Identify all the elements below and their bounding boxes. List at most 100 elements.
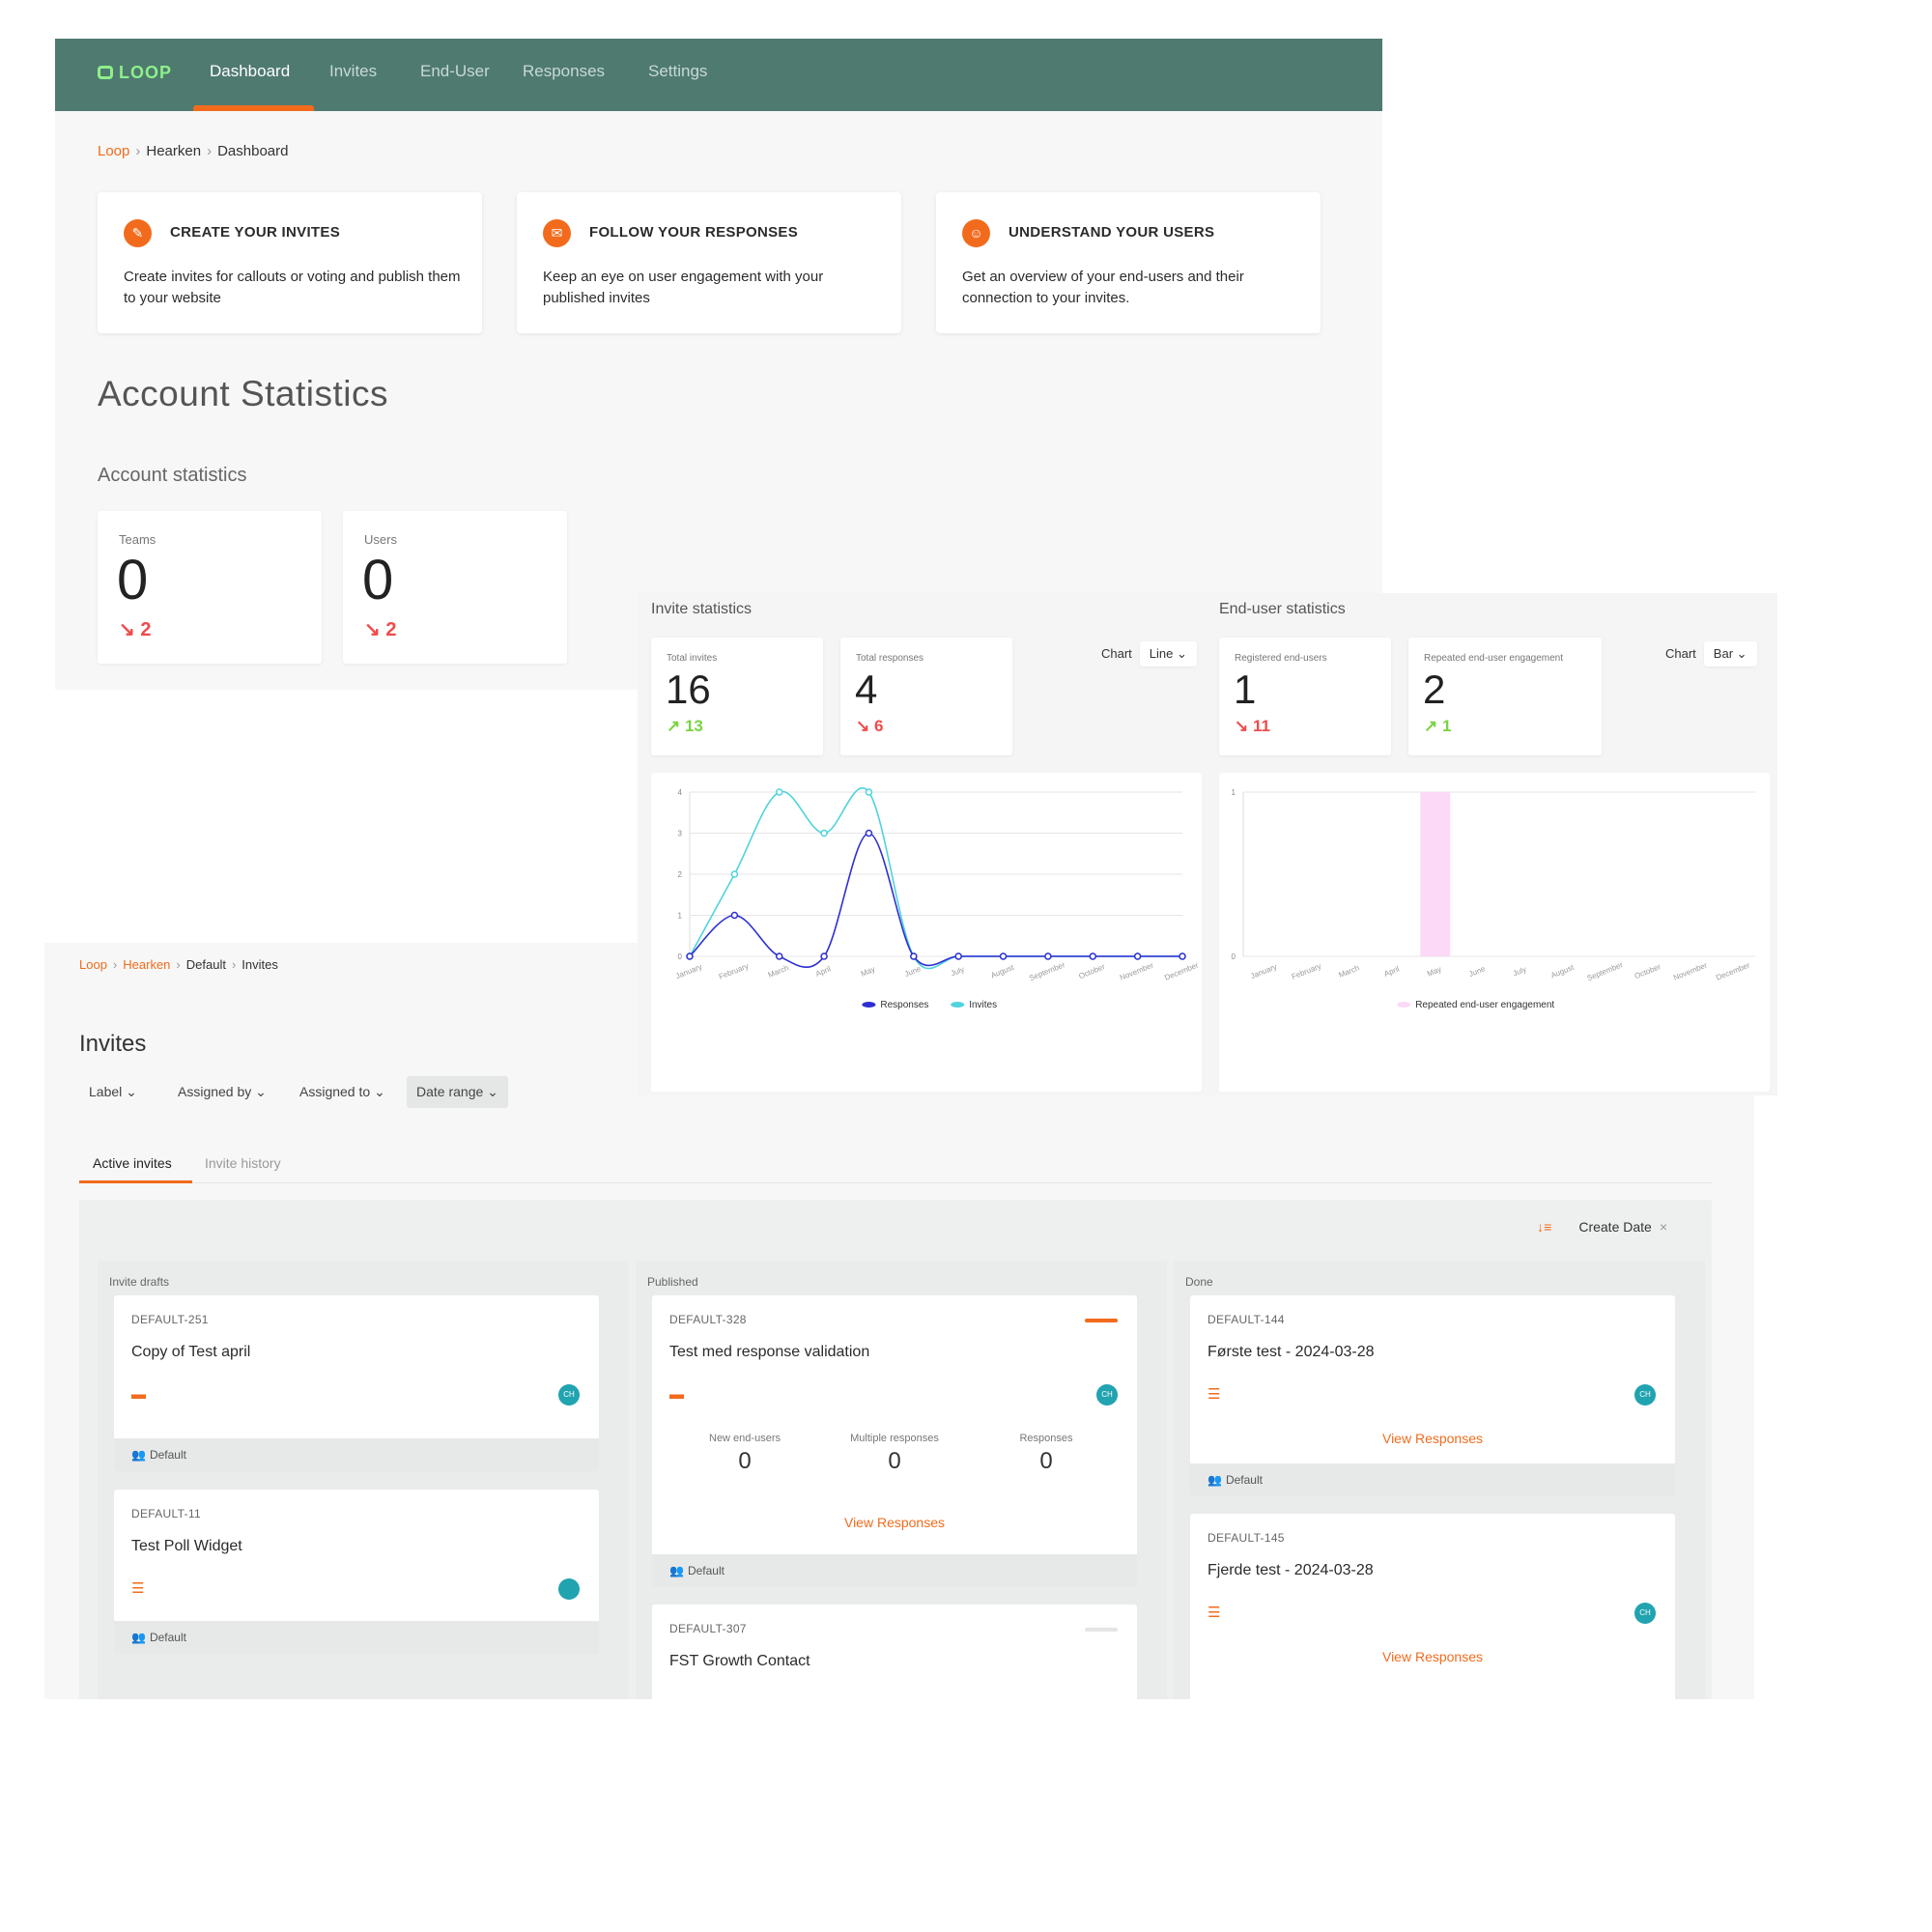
invite-icon: ✎ [124,219,152,247]
feature-description: Create invites for callouts or voting an… [124,269,461,306]
stat-value: 16 [666,667,711,712]
avatar[interactable]: CH [1634,1384,1656,1406]
close-icon[interactable]: × [1660,1219,1667,1235]
feature-title: UNDERSTAND YOUR USERS [1009,224,1215,241]
nav-settings[interactable]: Settings [648,62,707,81]
x-tick-label: July [1512,965,1528,979]
filter-label[interactable]: Label ⌄ [79,1076,147,1108]
users-icon: ☺ [962,219,990,247]
x-tick-label: January [1249,962,1278,980]
chart-type-dropdown[interactable]: Bar ⌄ [1703,641,1757,667]
chart-type-dropdown[interactable]: Line ⌄ [1139,641,1197,667]
enduser-chart-type-selector: Chart Bar ⌄ [1665,641,1757,667]
view-responses-link[interactable]: View Responses [652,1515,1137,1530]
avatar[interactable]: CH [1634,1603,1656,1624]
legend-label: Repeated end-user engagement [1415,1000,1554,1010]
bar-chart-svg: 0 1 January February March April May June July Au… [1232,788,1755,1010]
invite-card[interactable]: DEFAULT-251 Copy of Test april ▬ CH 👥 Def… [114,1295,599,1471]
stat-label: Repeated end-user engagement [1424,653,1563,664]
avatar[interactable] [558,1578,580,1600]
y-tick-label: 0 [1232,952,1236,961]
invite-card[interactable]: DEFAULT-307 FST Growth Contact [652,1605,1137,1699]
tab-invite-history[interactable]: Invite history [205,1155,281,1171]
feature-description: Get an overview of your end-users and th… [962,269,1244,306]
chevron-right-icon: › [231,957,237,972]
nav-invites[interactable]: Invites [329,62,377,81]
invite-chart-type-selector: Chart Line ⌄ [1101,641,1197,667]
registered-end-users-card: Registered end-users 1 ↘ 11 [1219,638,1391,755]
team-icon: 👥 [669,1564,684,1577]
invite-card[interactable]: DEFAULT-11 Test Poll Widget ☰ 👥 Default [114,1490,599,1654]
nav-dashboard[interactable]: Dashboard [210,62,290,81]
data-point [1044,952,1052,960]
column-title: Done [1185,1275,1213,1289]
filter-assigned-by[interactable]: Assigned by ⌄ [168,1076,276,1108]
view-responses-link[interactable]: View Responses [1190,1431,1675,1446]
data-point [865,829,873,838]
stat-value: 0 [117,549,149,611]
data-point [730,870,739,878]
feature-card-understand-users[interactable]: ☺ UNDERSTAND YOUR USERS Get an overview … [936,192,1321,333]
chevron-down-icon: ⌄ [255,1084,267,1099]
avatar[interactable]: CH [558,1384,580,1406]
nav-responses[interactable]: Responses [523,62,605,81]
tab-active-invites[interactable]: Active invites [93,1155,172,1171]
loop-logo[interactable]: LOOP [98,63,172,83]
filter-date-range[interactable]: Date range ⌄ [407,1076,508,1108]
breadcrumb-loop[interactable]: Loop [98,143,129,159]
filter-assigned-to[interactable]: Assigned to ⌄ [290,1076,395,1108]
chart-label: Chart [1665,646,1696,661]
breadcrumb-hearken[interactable]: Hearken [123,957,170,972]
x-tick-label: January [674,962,703,980]
x-tick-label: November [1119,960,1155,981]
breadcrumb-loop[interactable]: Loop [79,957,107,972]
breadcrumb-hearken[interactable]: Hearken [146,143,201,159]
chevron-down-icon: ⌄ [374,1084,385,1099]
trend-indicator: ↘ 2 [119,619,152,640]
stat-label: Registered end-users [1235,653,1327,664]
trend-indicator: ↘ 2 [364,619,397,640]
x-tick-label: December [1715,960,1751,981]
y-tick-label: 0 [678,952,683,961]
card-footer: 👥 Default [114,1438,599,1471]
stat-label: Total responses [856,653,924,664]
data-point [1089,952,1097,960]
stat-value: 1 [1234,667,1257,712]
poll-type-icon: ☰ [1208,1386,1221,1403]
invite-card[interactable]: DEFAULT-145 Fjerde test - 2024-03-28 ☰ C… [1190,1514,1675,1699]
view-responses-link[interactable]: View Responses [1190,1649,1675,1664]
poll-type-icon: ☰ [131,1580,145,1597]
invite-key: DEFAULT-307 [669,1622,747,1635]
data-point [686,952,694,960]
chevron-down-icon: ⌄ [1177,646,1187,661]
poll-type-icon: ☰ [1208,1605,1221,1621]
feature-card-follow-responses[interactable]: ✉ FOLLOW YOUR RESPONSES Keep an eye on u… [517,192,901,333]
invite-key: DEFAULT-328 [669,1313,747,1326]
new-end-users-stat: New end-users 0 [709,1433,781,1474]
sort-control[interactable]: ↓≡ Create Date × [1537,1219,1667,1235]
card-footer: 👥 Default [1190,1463,1675,1496]
invite-card[interactable]: DEFAULT-144 Første test - 2024-03-28 ☰ C… [1190,1295,1675,1496]
statistics-panel: Invite statistics End-user statistics To… [638,593,1777,1095]
data-point [954,952,962,960]
trend-indicator: ↗ 1 [1424,717,1452,735]
card-footer: 👥 Default [114,1621,599,1654]
total-invites-card: Total invites 16 ↗ 13 [651,638,823,755]
avatar[interactable]: CH [1096,1384,1118,1406]
sort-icon[interactable]: ↓≡ [1537,1219,1551,1235]
x-tick-label: February [1291,962,1322,981]
x-tick-label: October [1077,962,1106,980]
y-tick-label: 1 [1232,788,1236,797]
sort-label: Create Date [1578,1219,1652,1235]
multiple-responses-stat: Multiple responses 0 [850,1433,939,1474]
invite-name: Første test - 2024-03-28 [1208,1344,1375,1360]
nav-end-user[interactable]: End-User [420,62,490,81]
column-title: Invite drafts [109,1275,170,1289]
callout-type-icon: ▬ [131,1386,146,1403]
feature-card-create-invites[interactable]: ✎ CREATE YOUR INVITES Create invites for… [98,192,482,333]
breadcrumb-default[interactable]: Default [186,957,226,972]
invite-statistics-title: Invite statistics [651,601,753,617]
invite-line-chart: 0 1 2 3 4 January February March April May June Jul… [651,773,1202,1092]
stat-value: 4 [855,667,878,712]
invite-card[interactable]: DEFAULT-328 Test med response validation… [652,1295,1137,1587]
